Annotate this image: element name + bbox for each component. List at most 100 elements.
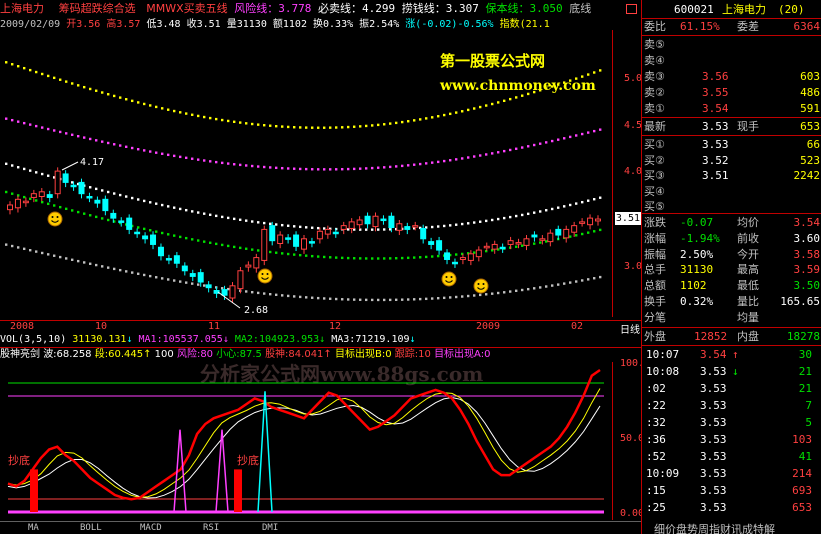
candle-body — [595, 218, 601, 222]
price-chart[interactable] — [0, 30, 641, 320]
keep-line-dot — [83, 212, 86, 215]
chart-area[interactable]: 上海电力 筹码超跌综合选 MMWX买卖五线 风险线：3.778 必卖线：4.29… — [0, 0, 656, 534]
scoop-line-dot — [191, 210, 194, 213]
risk-line-dot — [503, 149, 506, 153]
period-label[interactable]: 日线 — [620, 321, 640, 336]
bottom-line-dot — [251, 290, 254, 294]
candle-body — [515, 242, 522, 245]
sell-line-dot — [311, 126, 314, 129]
risk-line-dot — [473, 155, 476, 158]
close-box-icon[interactable] — [626, 4, 637, 14]
bottom-line-dot — [503, 291, 506, 294]
sell-line-dot — [35, 70, 38, 74]
scoop-line-dot — [209, 213, 212, 216]
candle-body — [150, 234, 157, 245]
scoop-line-dot — [443, 224, 446, 228]
keep-line-dot — [239, 246, 242, 250]
indicator-name[interactable]: 筹码超跌综合选 — [59, 2, 136, 15]
keep-line-dot — [377, 257, 380, 260]
sell-line-dot — [347, 125, 350, 129]
indicator-2[interactable]: MMWX买卖五线 — [146, 2, 227, 15]
sell-line-dot — [191, 113, 194, 116]
sell-line-dot — [443, 113, 446, 117]
tab-boll[interactable]: BOLL — [80, 522, 102, 534]
keep-line-dot — [329, 256, 332, 259]
smiley-eye — [445, 276, 448, 278]
sell-line-dot — [497, 101, 500, 104]
stat-value: -1.94% — [680, 231, 720, 245]
candle-body — [467, 253, 474, 261]
sub-indicator-chart[interactable] — [0, 362, 641, 522]
risk-line-dot — [479, 154, 482, 157]
risk-line-dot — [575, 134, 578, 137]
sell-line-dot — [485, 104, 488, 107]
sell-level-label: 卖① — [644, 102, 665, 115]
tab-ma[interactable]: MA — [28, 522, 39, 534]
bottom-line-dot — [197, 283, 200, 286]
scoop-line-dot — [257, 221, 260, 224]
bottom-line-dot — [53, 254, 56, 257]
tab-macd[interactable]: MACD — [140, 522, 162, 534]
panel-footer-tabs[interactable]: 细价盘势周指财讯成特解 — [654, 521, 775, 534]
buy-row: 买④ — [642, 184, 821, 199]
bottom-line-dot — [431, 297, 434, 300]
bottom-line-dot — [317, 296, 320, 300]
risk-line-dot — [599, 128, 602, 131]
stat-value: 3.50 — [793, 279, 821, 293]
buy-level-label: 买⑤ — [644, 200, 665, 213]
candle-body — [587, 217, 594, 226]
keep-line-dot — [53, 204, 56, 207]
stat-row: 涨跌 -0.07 均价 3.54 — [642, 215, 821, 230]
sell-line-dot — [203, 115, 206, 119]
candle-body — [483, 245, 490, 249]
bottom-line-dot — [575, 280, 578, 283]
scoop-line-dot — [155, 202, 158, 205]
bottom-line-dot — [491, 292, 494, 295]
risk-line-dot — [29, 123, 32, 126]
candle-body — [420, 227, 427, 240]
candle-body — [62, 173, 69, 183]
candle-body — [221, 289, 228, 296]
tab-dmi[interactable]: DMI — [262, 522, 278, 534]
buy-price: 3.52 — [702, 153, 729, 167]
keep-line-dot — [305, 254, 308, 257]
keep-line-dot — [251, 248, 254, 251]
sub-indicator-name[interactable]: 股神亮剑 — [0, 349, 40, 360]
candle-body — [173, 255, 180, 264]
risk-line-dot — [35, 124, 38, 128]
scoop-line-dot — [23, 167, 26, 171]
scoop-line-dot — [551, 207, 554, 211]
keep-line-dot — [221, 243, 224, 247]
risk-line-dot — [299, 167, 302, 171]
bottom-line-dot — [599, 275, 602, 279]
sell-line-dot — [83, 85, 86, 89]
keep-line-dot — [287, 252, 290, 256]
sell-level-label: 卖⑤ — [644, 38, 665, 51]
keep-line-dot — [275, 251, 278, 254]
scoop-line-dot — [47, 174, 50, 177]
panel-div-6 — [642, 327, 821, 328]
risk-line-dot — [65, 132, 68, 135]
bottom-line-dot — [389, 298, 392, 302]
scoop-line-value: 3.307 — [445, 2, 479, 15]
scoop-line-dot — [293, 225, 296, 228]
risk-line-dot — [89, 137, 92, 141]
stat-value: -0.07 — [680, 216, 714, 229]
candle-body — [491, 243, 498, 250]
scoop-line-dot — [473, 221, 476, 224]
stat-value: 1102 — [680, 279, 707, 293]
tab-rsi[interactable]: RSI — [203, 522, 219, 534]
sell-line-dot — [125, 98, 128, 101]
bottom-line-dot — [467, 294, 470, 298]
keep-line-dot — [317, 255, 320, 258]
keep-line-dot — [245, 247, 248, 250]
sell-line-dot — [167, 108, 170, 111]
scoop-line-dot — [545, 209, 548, 212]
tick-volume: 41 — [798, 450, 812, 463]
bottom-line-dot — [407, 298, 410, 301]
bottom-line-dot — [587, 278, 590, 281]
candle-body — [14, 198, 21, 209]
keep-line-dot — [395, 257, 398, 260]
bottom-line-dot — [353, 298, 356, 301]
keep-line-dot — [389, 257, 392, 260]
